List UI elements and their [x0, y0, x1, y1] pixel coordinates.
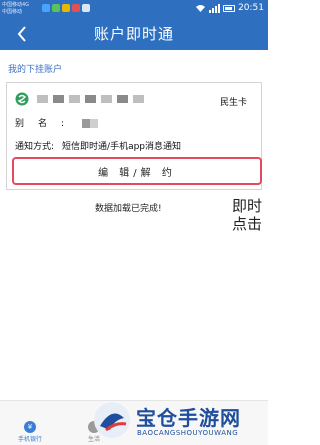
notify-label: 通知方式:	[15, 142, 55, 152]
nav-item-mobile-banking[interactable]: ¥ 手机银行	[18, 421, 42, 443]
carrier-label: 中国移动4G	[2, 2, 30, 8]
battery-icon	[223, 4, 236, 12]
carrier-label-secondary: 中国移动	[2, 9, 23, 15]
notify-row: 通知方式: 短信即时通/手机app消息通知	[15, 139, 181, 152]
app-header: 账户即时通	[0, 18, 268, 50]
page-title: 账户即时通	[93, 25, 174, 43]
app-notification-icon	[72, 4, 80, 12]
watermark-title: 宝仓手游网	[136, 406, 241, 430]
app-notification-icon	[42, 4, 50, 12]
annotation-hint-line: 点击	[232, 215, 263, 233]
load-status-text: 数据加载已完成!	[95, 204, 162, 214]
masked-account-number	[37, 95, 144, 103]
edit-terminate-button[interactable]: 编 辑/解 约	[12, 157, 262, 185]
wechat-icon	[52, 4, 60, 12]
card-type-label: 民生卡	[219, 98, 247, 108]
notification-icons	[42, 4, 90, 12]
annotation-hint-line: 即时	[232, 197, 263, 215]
minsheng-bank-logo-icon	[15, 92, 29, 106]
status-bar: 中国移动4G 中国移动 20:51	[0, 0, 268, 18]
wifi-icon	[196, 4, 206, 12]
section-label: 我的下挂账户	[8, 65, 63, 75]
clock: 20:51	[238, 3, 264, 13]
masked-alias	[82, 119, 99, 128]
yen-icon: ¥	[24, 421, 36, 433]
nav-label: 手机银行	[18, 436, 43, 443]
watermark-subtitle: BAOCANGSHOUYOUWANG	[137, 429, 239, 437]
signal-icon	[209, 3, 221, 13]
app-notification-icon	[82, 4, 90, 12]
notify-value: 短信即时通/手机app消息通知	[62, 142, 182, 152]
app-notification-icon	[62, 4, 70, 12]
annotation-hint: 即时 点击	[232, 197, 262, 233]
alias-label: 别名:	[15, 119, 79, 129]
alias-row: 别名:	[15, 116, 99, 129]
watermark-logo-icon	[94, 402, 130, 438]
